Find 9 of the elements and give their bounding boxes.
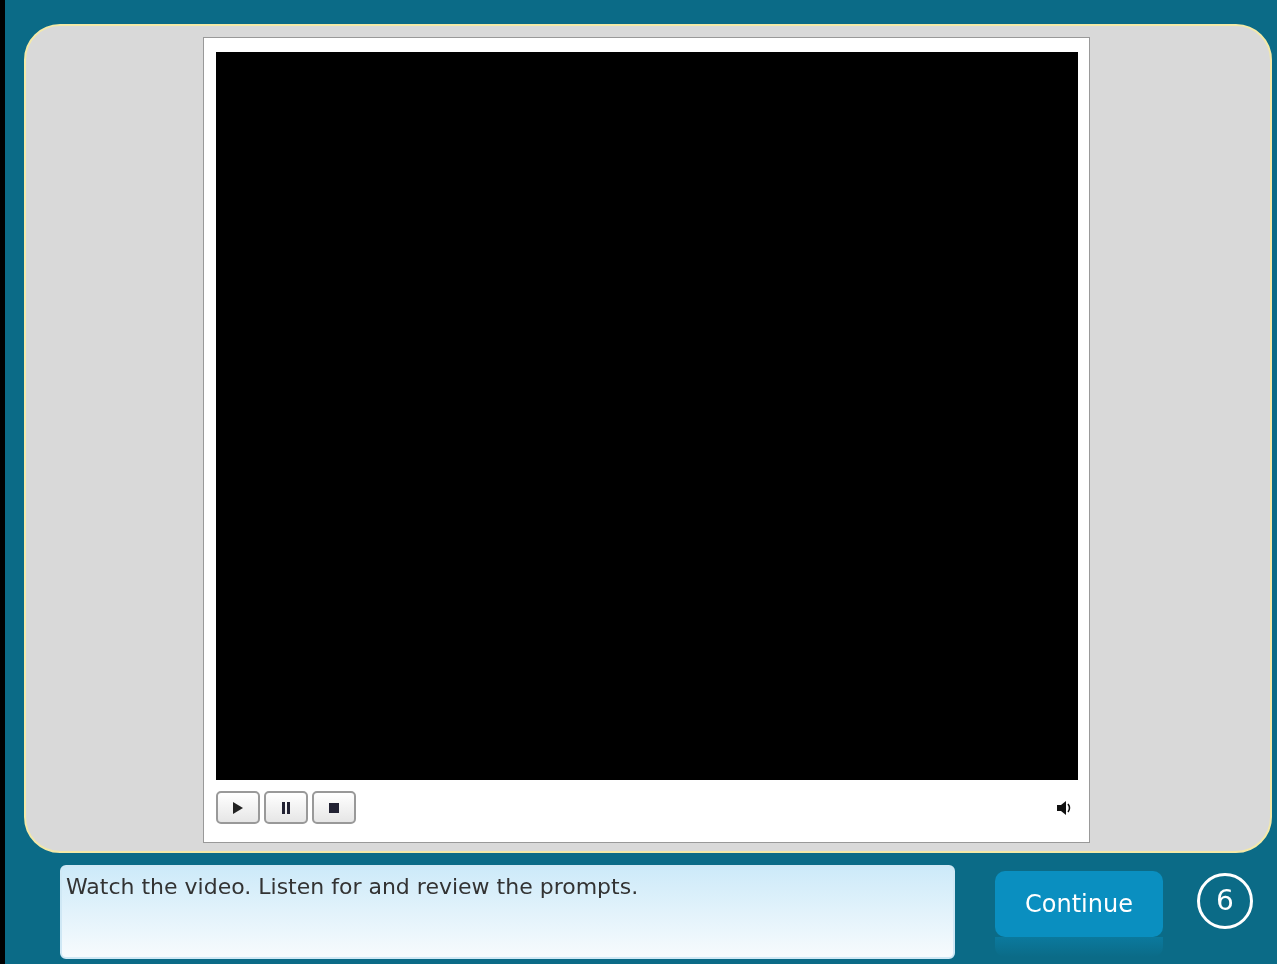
continue-button[interactable]: Continue bbox=[995, 871, 1163, 937]
stop-button[interactable] bbox=[311, 791, 356, 824]
instruction-text: Watch the video. Listen for and review the prompts. bbox=[66, 874, 639, 899]
speaker-icon[interactable] bbox=[1054, 798, 1073, 817]
stop-icon bbox=[326, 800, 341, 815]
play-button[interactable] bbox=[215, 791, 260, 824]
play-icon bbox=[230, 800, 245, 815]
pause-button[interactable] bbox=[263, 791, 308, 824]
step-number: 6 bbox=[1197, 873, 1253, 929]
